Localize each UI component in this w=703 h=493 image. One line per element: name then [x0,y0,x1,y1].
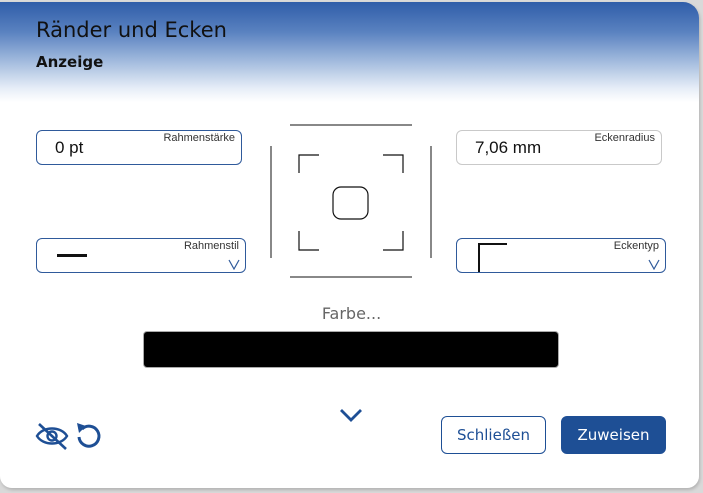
top-right-corner [383,154,404,173]
center-preview-box [332,186,369,220]
border-style-label: Rahmenstil [183,240,239,252]
border-corner-dialog: Ränder und Ecken Anzeige Rahmenstärke 0 … [0,2,699,488]
dialog-title: Ränder und Ecken [36,18,227,42]
top-left-corner [298,154,319,173]
border-thickness-value[interactable]: 0 pt [55,138,83,158]
corner-radius-field[interactable]: Eckenradius 7,06 mm [456,130,662,165]
apply-button[interactable]: Zuweisen [561,416,666,454]
dialog-subtitle: Anzeige [36,53,104,71]
border-preview[interactable] [268,124,436,280]
color-label: Farbe... [321,304,382,323]
close-button[interactable]: Schließen [441,416,546,454]
border-style-select[interactable]: Rahmenstil [36,238,246,273]
border-thickness-label: Rahmenstärke [163,132,235,144]
corner-radius-value[interactable]: 7,06 mm [475,138,541,158]
color-swatch-button[interactable] [143,331,559,368]
bottom-left-corner [298,231,319,251]
chevron-down-icon[interactable] [338,406,364,424]
corner-radius-label: Eckenradius [594,132,655,144]
undo-icon[interactable] [74,420,104,450]
square-corner-icon [478,243,507,272]
chevron-down-icon[interactable] [228,258,240,270]
corner-type-label: Eckentyp [613,240,659,252]
eye-off-icon[interactable] [34,421,70,451]
corner-type-select[interactable]: Eckentyp [456,238,666,273]
bottom-right-corner [383,231,404,251]
solid-line-icon [57,254,87,257]
chevron-down-icon[interactable] [648,258,660,270]
border-thickness-field[interactable]: Rahmenstärke 0 pt [36,130,242,165]
